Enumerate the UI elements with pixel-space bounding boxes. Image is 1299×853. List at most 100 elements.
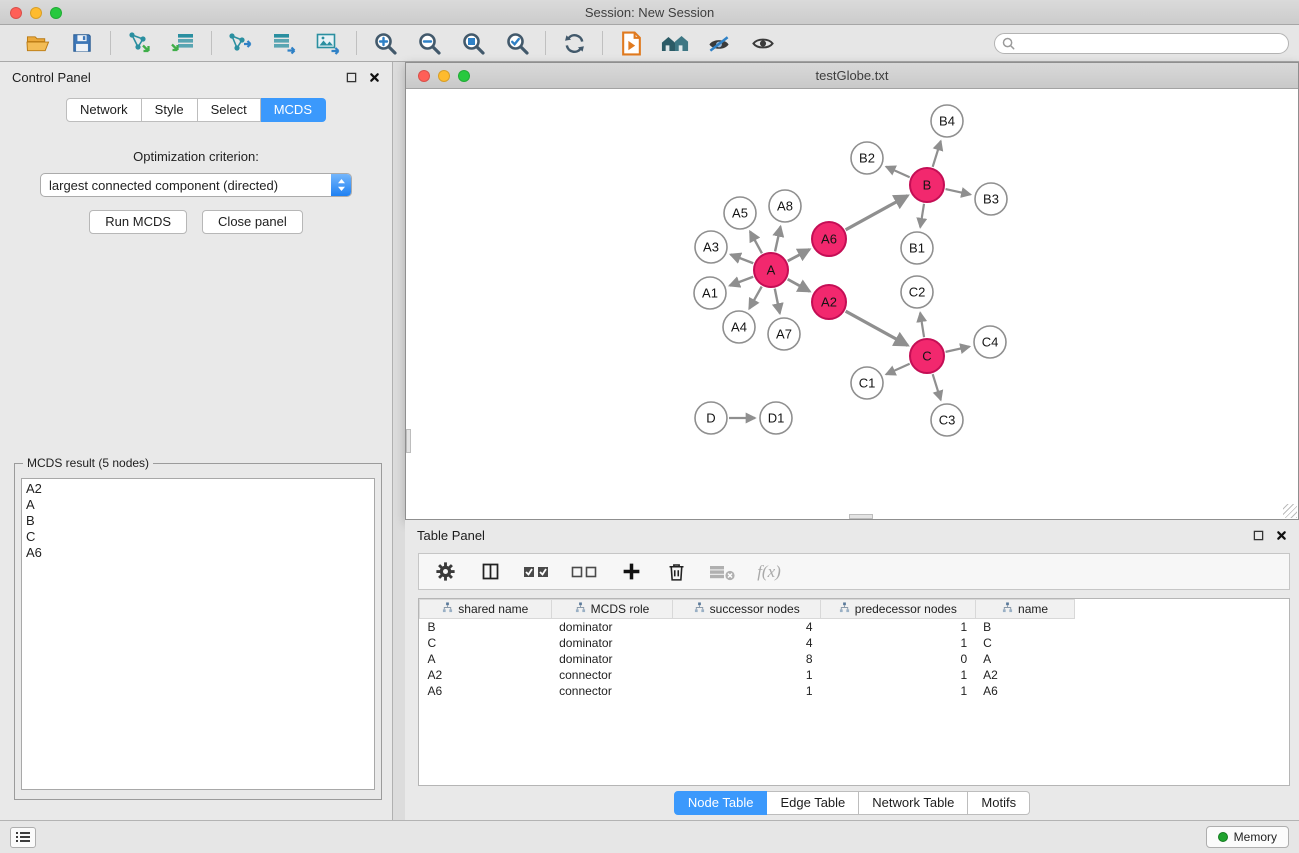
search-box[interactable] bbox=[994, 33, 1289, 54]
open-file-button[interactable] bbox=[24, 29, 52, 57]
column-header-predecessor-nodes[interactable]: predecessor nodes bbox=[821, 600, 976, 619]
graph-edge-A6-B[interactable] bbox=[846, 196, 908, 230]
graph-edge-A-A3[interactable] bbox=[731, 255, 754, 264]
table-cell[interactable]: 4 bbox=[673, 635, 821, 651]
table-tab-network-table[interactable]: Network Table bbox=[859, 791, 968, 815]
close-panel-button[interactable] bbox=[369, 72, 380, 83]
run-mcds-button[interactable]: Run MCDS bbox=[89, 210, 187, 234]
table-row[interactable]: Adominator80A bbox=[420, 651, 1290, 667]
table-cell[interactable]: dominator bbox=[551, 619, 673, 635]
show-columns-button[interactable] bbox=[478, 559, 502, 585]
table-cell[interactable]: 0 bbox=[821, 651, 976, 667]
export-network-button[interactable] bbox=[226, 29, 254, 57]
import-network-button[interactable] bbox=[125, 29, 153, 57]
save-session-button[interactable] bbox=[68, 29, 96, 57]
table-cell[interactable]: 1 bbox=[821, 683, 976, 699]
table-float-panel-button[interactable] bbox=[1253, 530, 1264, 541]
network-graph[interactable]: B4B2BB3A5A8A6B1A3AA1C2A2A4A7C4CC1C3DD1 bbox=[406, 89, 1298, 519]
graph-edge-A-A8[interactable] bbox=[775, 227, 780, 252]
graph-edge-A-A1[interactable] bbox=[730, 277, 754, 286]
graph-edge-B-B2[interactable] bbox=[886, 167, 910, 178]
graph-node-A4[interactable]: A4 bbox=[723, 311, 755, 343]
network-minimize-button[interactable] bbox=[438, 70, 450, 82]
graph-edge-C-C1[interactable] bbox=[886, 364, 910, 375]
table-cell[interactable]: A6 bbox=[975, 683, 1075, 699]
table-cell[interactable]: C bbox=[420, 635, 552, 651]
table-tab-edge-table[interactable]: Edge Table bbox=[767, 791, 859, 815]
column-header-successor-nodes[interactable]: successor nodes bbox=[673, 600, 821, 619]
table-cell[interactable]: 1 bbox=[673, 667, 821, 683]
mcds-result-item[interactable]: A2 bbox=[26, 481, 374, 497]
task-history-button[interactable] bbox=[10, 827, 36, 848]
table-cell[interactable]: A2 bbox=[975, 667, 1075, 683]
table-cell[interactable]: C bbox=[975, 635, 1075, 651]
table-row[interactable]: Cdominator41C bbox=[420, 635, 1290, 651]
table-cell[interactable]: dominator bbox=[551, 635, 673, 651]
table-cell[interactable]: A6 bbox=[420, 683, 552, 699]
zoom-window-button[interactable] bbox=[50, 7, 62, 19]
graph-edge-A-A5[interactable] bbox=[750, 231, 762, 253]
graph-node-A7[interactable]: A7 bbox=[768, 318, 800, 350]
graph-node-C3[interactable]: C3 bbox=[931, 404, 963, 436]
export-image-button[interactable] bbox=[314, 29, 342, 57]
table-cell[interactable]: 1 bbox=[821, 667, 976, 683]
minimize-window-button[interactable] bbox=[30, 7, 42, 19]
import-table-button[interactable] bbox=[169, 29, 197, 57]
table-tab-node-table[interactable]: Node Table bbox=[674, 791, 768, 815]
float-panel-button[interactable] bbox=[346, 72, 357, 83]
show-graphics-details-button[interactable] bbox=[705, 29, 733, 57]
apply-layout-button[interactable] bbox=[560, 29, 588, 57]
splitter-handle-left[interactable] bbox=[406, 429, 411, 453]
table-close-panel-button[interactable] bbox=[1276, 530, 1287, 541]
graph-node-C4[interactable]: C4 bbox=[974, 326, 1006, 358]
column-header-shared-name[interactable]: shared name bbox=[420, 600, 552, 619]
table-cell[interactable]: 1 bbox=[821, 619, 976, 635]
table-cell[interactable]: B bbox=[975, 619, 1075, 635]
graph-node-A1[interactable]: A1 bbox=[694, 277, 726, 309]
resize-grip[interactable] bbox=[1283, 504, 1297, 518]
add-row-button[interactable] bbox=[619, 559, 643, 585]
graph-edge-C-C2[interactable] bbox=[920, 313, 924, 337]
table-cell[interactable]: 1 bbox=[821, 635, 976, 651]
table-cell[interactable]: 8 bbox=[673, 651, 821, 667]
table-cell[interactable]: 4 bbox=[673, 619, 821, 635]
graph-edge-C-C3[interactable] bbox=[933, 374, 941, 400]
mcds-result-item[interactable]: A6 bbox=[26, 545, 374, 561]
table-cell[interactable]: connector bbox=[551, 667, 673, 683]
select-all-columns-button[interactable] bbox=[523, 559, 550, 585]
column-header-MCDS-role[interactable]: MCDS role bbox=[551, 600, 673, 619]
graph-edge-A-A4[interactable] bbox=[749, 287, 761, 309]
table-row[interactable]: A2connector11A2 bbox=[420, 667, 1290, 683]
tab-select[interactable]: Select bbox=[198, 98, 261, 122]
table-cell[interactable]: A bbox=[975, 651, 1075, 667]
graph-node-B1[interactable]: B1 bbox=[901, 232, 933, 264]
tab-network[interactable]: Network bbox=[66, 98, 142, 122]
tab-style[interactable]: Style bbox=[142, 98, 198, 122]
graph-edge-A-A2[interactable] bbox=[788, 279, 810, 291]
export-table-button[interactable] bbox=[270, 29, 298, 57]
column-header-name[interactable]: name bbox=[975, 600, 1075, 619]
close-window-button[interactable] bbox=[10, 7, 22, 19]
tab-mcds[interactable]: MCDS bbox=[261, 98, 326, 122]
zoom-fit-button[interactable] bbox=[459, 29, 487, 57]
graph-node-B3[interactable]: B3 bbox=[975, 183, 1007, 215]
graph-node-B4[interactable]: B4 bbox=[931, 105, 963, 137]
graph-edge-B-B3[interactable] bbox=[946, 189, 971, 194]
graph-node-C[interactable]: C bbox=[910, 339, 944, 373]
unselect-all-columns-button[interactable] bbox=[571, 559, 598, 585]
table-cell[interactable]: B bbox=[420, 619, 552, 635]
graph-node-B2[interactable]: B2 bbox=[851, 142, 883, 174]
table-cell[interactable]: 1 bbox=[673, 683, 821, 699]
graph-node-B[interactable]: B bbox=[910, 168, 944, 202]
table-cell[interactable]: connector bbox=[551, 683, 673, 699]
toggle-visibility-button[interactable] bbox=[749, 29, 777, 57]
first-neighbors-button[interactable] bbox=[617, 29, 645, 57]
graph-edge-A-A7[interactable] bbox=[775, 289, 780, 314]
graph-edge-B-B1[interactable] bbox=[920, 204, 924, 227]
table-cell[interactable]: A2 bbox=[420, 667, 552, 683]
graph-edge-A-A6[interactable] bbox=[788, 249, 810, 261]
graph-node-A[interactable]: A bbox=[754, 253, 788, 287]
graph-node-A3[interactable]: A3 bbox=[695, 231, 727, 263]
table-row[interactable]: Bdominator41B bbox=[420, 619, 1290, 635]
delete-selected-rows-button[interactable] bbox=[664, 559, 688, 585]
